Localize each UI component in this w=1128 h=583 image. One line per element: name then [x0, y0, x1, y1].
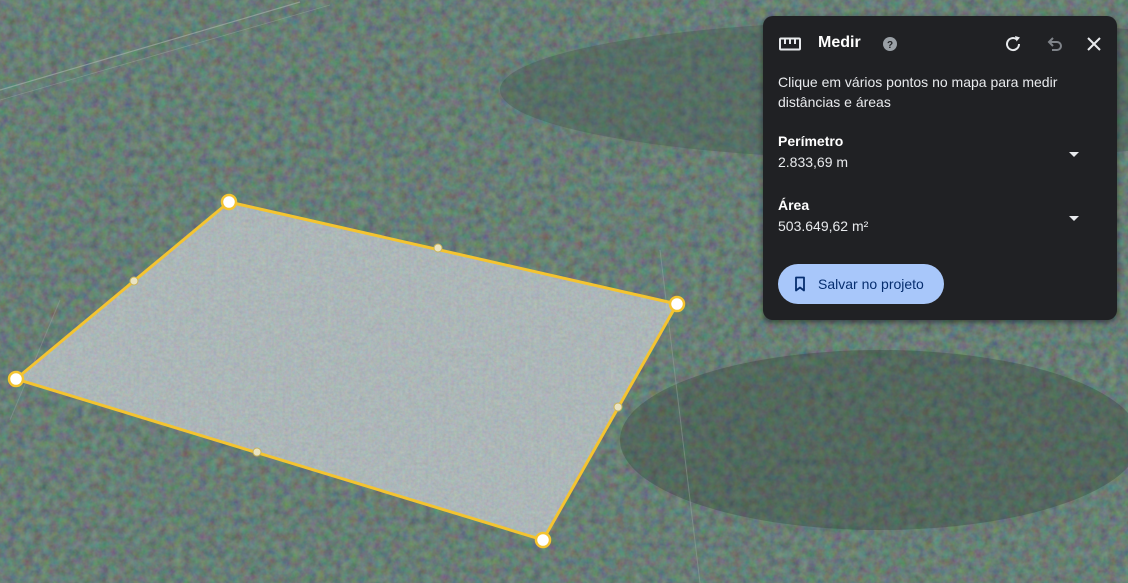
save-button-label: Salvar no projeto: [818, 276, 924, 292]
perimeter-label: Perímetro: [778, 133, 844, 149]
midpoint-handle[interactable]: [252, 447, 262, 457]
midpoint-handle[interactable]: [613, 402, 623, 412]
help-icon[interactable]: ?: [876, 30, 904, 58]
vertex-handle[interactable]: [668, 295, 686, 313]
chevron-down-icon[interactable]: [1065, 209, 1083, 227]
midpoint-handle[interactable]: [433, 243, 443, 253]
area-value: 503.649,62 m²: [778, 218, 869, 234]
save-to-project-button[interactable]: Salvar no projeto: [778, 264, 944, 304]
instructions-text: Clique em vários pontos no mapa para med…: [778, 74, 1058, 110]
vertex-handle[interactable]: [534, 531, 552, 549]
perimeter-row[interactable]: Perímetro 2.833,69 m: [763, 133, 1117, 181]
vertex-handle[interactable]: [220, 193, 238, 211]
panel-title: Medir: [818, 34, 861, 51]
refresh-icon[interactable]: [999, 30, 1027, 58]
vertex-handle[interactable]: [7, 370, 25, 388]
chevron-down-icon[interactable]: [1065, 145, 1083, 163]
perimeter-value: 2.833,69 m: [778, 154, 849, 170]
midpoint-handle[interactable]: [129, 276, 139, 286]
panel-header: Medir ?: [763, 16, 1117, 72]
close-icon[interactable]: [1080, 30, 1108, 58]
area-label: Área: [778, 197, 810, 213]
measure-panel: Medir ? Clique em vários pontos no mapa …: [763, 16, 1117, 320]
undo-icon[interactable]: [1040, 30, 1068, 58]
bookmark-icon: [795, 276, 805, 292]
haze-area-2: [620, 350, 1128, 530]
ruler-icon: [776, 30, 804, 58]
svg-text:?: ?: [887, 40, 893, 51]
area-row[interactable]: Área 503.649,62 m²: [763, 197, 1117, 245]
